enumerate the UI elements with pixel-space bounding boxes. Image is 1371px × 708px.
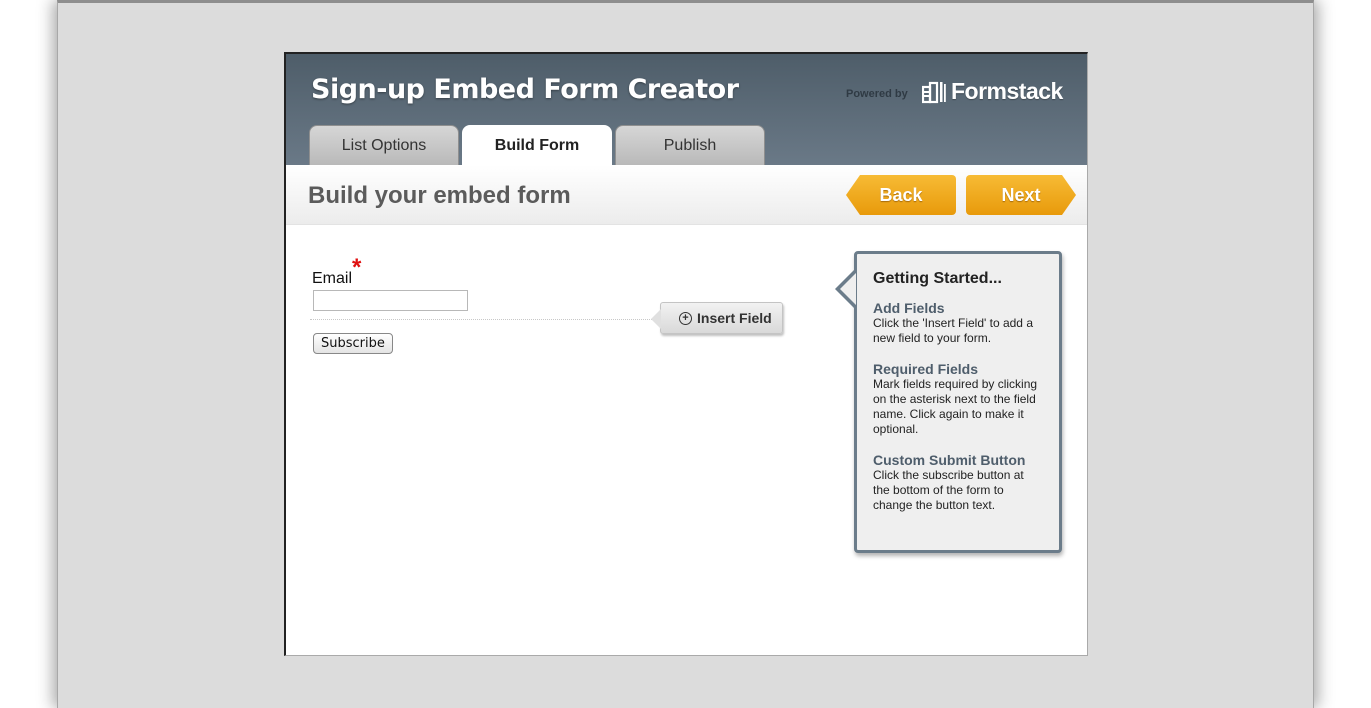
tab-bar: List Options Build Form Publish (309, 125, 765, 165)
embed-form-dialog: Sign-up Embed Form Creator Powered by Fo… (284, 52, 1088, 656)
required-asterisk[interactable]: * (352, 254, 361, 282)
email-field-label[interactable]: Email (312, 270, 352, 288)
page-title: Build your embed form (308, 182, 571, 209)
back-button[interactable]: Back (846, 175, 956, 215)
powered-by-label: Powered by (846, 88, 908, 100)
help-text: Click the subscribe button at the bottom… (873, 468, 1024, 512)
help-heading: Custom Submit Button (873, 452, 1026, 468)
tab-list-options[interactable]: List Options (309, 125, 459, 165)
brand-name: Formstack (951, 78, 1063, 104)
help-text: Click the 'Insert Field' to add a new fi… (873, 316, 1033, 345)
subscribe-button[interactable]: Subscribe (313, 333, 393, 354)
tab-build-form[interactable]: Build Form (462, 125, 612, 165)
brand-logo[interactable]: Formstack (922, 78, 1063, 105)
tab-publish[interactable]: Publish (615, 125, 765, 165)
next-button[interactable]: Next (966, 175, 1076, 215)
help-section-add-fields: Add Fields Click the 'Insert Field' to a… (873, 300, 1043, 346)
help-title: Getting Started... (873, 270, 1002, 287)
step-header: Build your embed form Back Next (286, 165, 1087, 225)
formstack-logo-icon (922, 81, 946, 103)
form-builder-area: Email * + Insert Field Subscribe Getting… (286, 226, 1087, 655)
email-field[interactable] (313, 290, 468, 311)
plus-circle-icon: + (679, 311, 692, 325)
help-section-required-fields: Required Fields Mark fields required by … (873, 361, 1043, 437)
app-title: Sign-up Embed Form Creator (311, 74, 739, 105)
help-section-custom-submit: Custom Submit Button Click the subscribe… (873, 452, 1043, 513)
help-heading: Add Fields (873, 300, 945, 316)
field-divider (310, 319, 670, 320)
insert-field-button[interactable]: + Insert Field (651, 302, 783, 334)
help-text: Mark fields required by clicking on the … (873, 377, 1038, 436)
getting-started-panel: Getting Started... Add Fields Click the … (835, 251, 1062, 553)
insert-field-label: Insert Field (697, 310, 772, 326)
help-pointer-fill (840, 273, 856, 305)
header: Sign-up Embed Form Creator Powered by Fo… (286, 54, 1087, 165)
help-heading: Required Fields (873, 361, 979, 377)
